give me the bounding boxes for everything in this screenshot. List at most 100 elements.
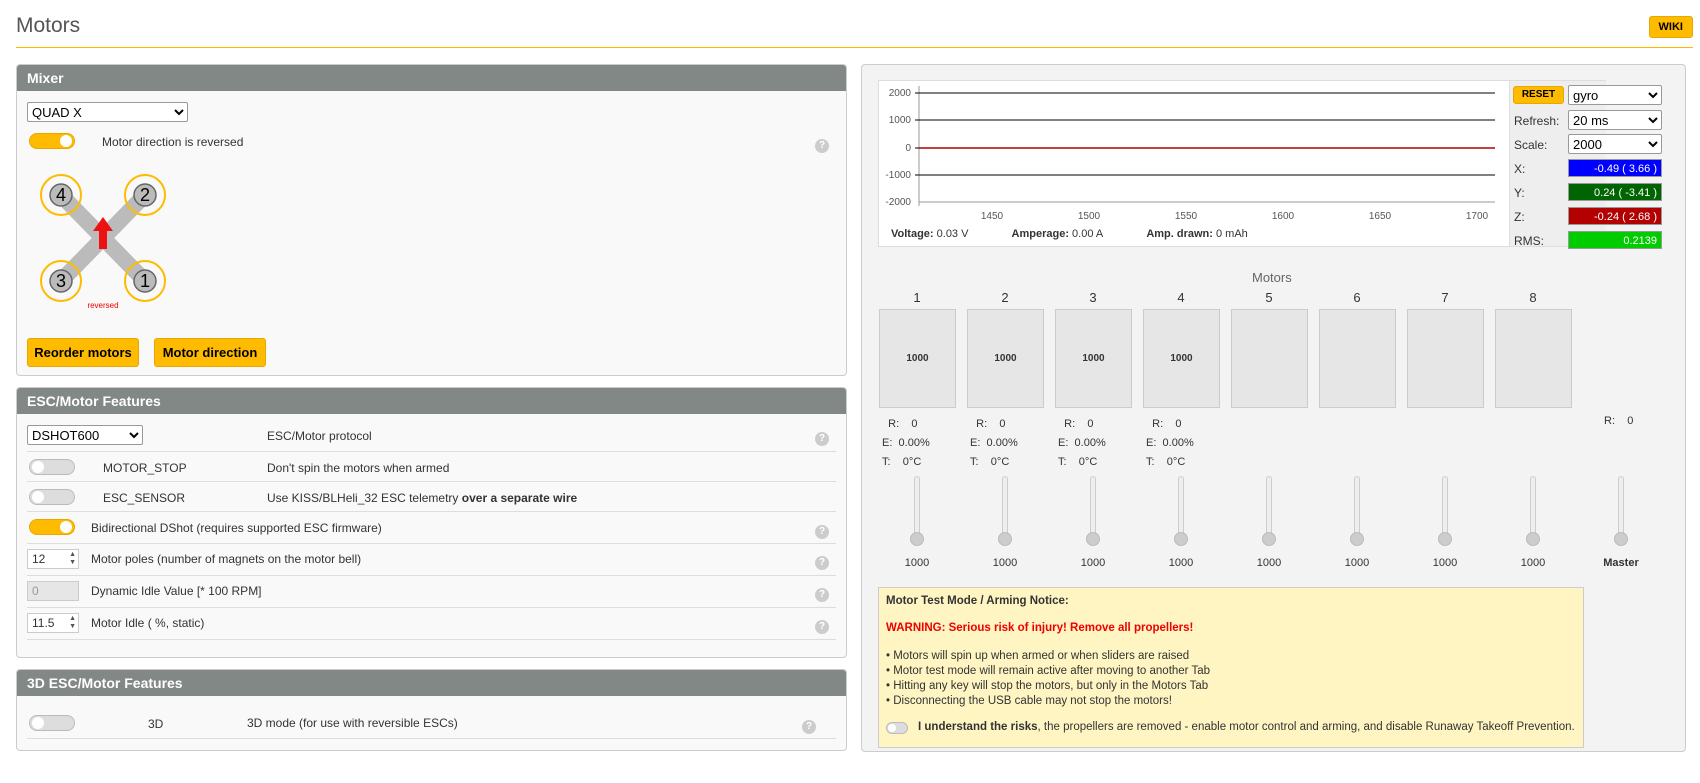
slider-thumb[interactable]	[1350, 532, 1364, 546]
motor-telemetry: R: 0 E: 0.00% T: 0°C	[1058, 418, 1106, 468]
help-icon[interactable]: ?	[815, 588, 829, 602]
mixer-header: Mixer	[17, 65, 846, 91]
wiki-button[interactable]: WIKI	[1648, 16, 1693, 38]
motor-bar: 1000	[967, 309, 1044, 408]
motor-number: 7	[1441, 290, 1449, 305]
slider-thumb[interactable]	[910, 532, 924, 546]
y-value: 0.24 ( -3.41 )	[1568, 183, 1662, 201]
master-slider[interactable]	[1618, 476, 1624, 540]
x-tick-label: 1500	[1078, 211, 1101, 222]
help-icon[interactable]: ?	[815, 556, 829, 570]
y-tick-label: 2000	[889, 88, 912, 99]
motor-slider[interactable]	[1442, 476, 1448, 540]
motor-idle-input[interactable]: 11.5 ▲ ▼	[27, 613, 79, 633]
motor-number: 2	[1001, 290, 1009, 305]
motor-bar	[1319, 309, 1396, 408]
motor-number: 8	[1529, 290, 1537, 305]
slider-value: 1000	[1256, 557, 1282, 569]
esc-features-panel: ESC/Motor Features DSHOT600 ESC/Motor pr…	[16, 387, 847, 658]
master-label: Master	[1603, 557, 1639, 569]
esc-features-header: ESC/Motor Features	[17, 388, 846, 414]
notice-bullet: • Disconnecting the USB cable may not st…	[886, 695, 1172, 707]
y-tick-label: -1000	[885, 170, 911, 181]
slider-thumb[interactable]	[1526, 532, 1540, 546]
help-icon[interactable]: ?	[815, 432, 829, 446]
motor-slider[interactable]	[1090, 476, 1096, 540]
esc-sensor-toggle[interactable]	[29, 489, 75, 505]
slider-value: 1000	[992, 557, 1018, 569]
motor-number: 5	[1265, 290, 1273, 305]
mixer-select[interactable]: QUAD X	[27, 102, 188, 122]
slider-value: 1000	[1168, 557, 1194, 569]
esc-3d-panel: 3D ESC/Motor Features 3D 3D mode (for us…	[16, 669, 847, 751]
x-value: -0.49 ( 3.66 )	[1568, 159, 1662, 177]
esc-sensor-name: ESC_SENSOR	[103, 491, 186, 505]
motor-slider[interactable]	[1354, 476, 1360, 540]
motor-slider[interactable]	[1266, 476, 1272, 540]
slider-thumb[interactable]	[1262, 532, 1276, 546]
rms-label: RMS:	[1514, 234, 1544, 248]
slider-thumb[interactable]	[1174, 532, 1188, 546]
bidir-dshot-toggle[interactable]	[29, 519, 75, 535]
help-icon[interactable]: ?	[815, 525, 829, 539]
esc-3d-header: 3D ESC/Motor Features	[17, 670, 846, 696]
sensor-type-select[interactable]: gyro	[1568, 85, 1662, 105]
motor-slider[interactable]	[1530, 476, 1536, 540]
page-title: Motors	[16, 14, 81, 37]
notice-bullet: • Hitting any key will stop the motors, …	[886, 680, 1209, 692]
3d-mode-toggle[interactable]	[29, 715, 75, 731]
motor-number: 6	[1353, 290, 1361, 305]
battery-readout: Voltage: 0.03 V Amperage: 0.00 A Amp. dr…	[891, 228, 1248, 240]
reversed-note: reversed	[87, 301, 118, 310]
slider-thumb[interactable]	[1086, 532, 1100, 546]
x-label: X:	[1514, 162, 1526, 176]
dynamic-idle-input[interactable]: 0	[27, 581, 79, 601]
motor-bar	[1407, 309, 1484, 408]
x-tick-label: 1550	[1175, 211, 1198, 222]
motor-slider[interactable]	[1178, 476, 1184, 540]
help-icon[interactable]: ?	[815, 620, 829, 634]
slider-value: 1000	[1080, 557, 1106, 569]
motor-number: 4	[1177, 290, 1185, 305]
motor-number: 3	[1089, 290, 1097, 305]
slider-thumb[interactable]	[1614, 532, 1628, 546]
motor-poles-label: Motor poles (number of magnets on the mo…	[91, 552, 362, 566]
slider-value: 1000	[1520, 557, 1546, 569]
motor-direction-button[interactable]: Motor direction	[154, 338, 266, 367]
master-telemetry: R: 0	[1604, 415, 1634, 427]
refresh-select[interactable]: 20 ms	[1568, 110, 1662, 130]
motor-stop-toggle[interactable]	[29, 459, 75, 475]
slider-thumb[interactable]	[998, 532, 1012, 546]
motor-direction-toggle[interactable]	[29, 133, 75, 149]
motor-bar: 1000	[1055, 309, 1132, 408]
help-icon[interactable]: ?	[802, 720, 816, 734]
motor-stop-name: MOTOR_STOP	[103, 461, 187, 475]
motor-bar	[1231, 309, 1308, 408]
x-tick-label: 1600	[1272, 211, 1295, 222]
esc-protocol-select[interactable]: DSHOT600	[27, 425, 143, 445]
motor-idle-label: Motor Idle ( %, static)	[91, 616, 205, 630]
y-tick-label: 0	[905, 143, 911, 154]
notice-bullet: • Motors will spin up when armed or when…	[886, 650, 1190, 662]
arming-notice: Motor Test Mode / Arming Notice: WARNING…	[878, 587, 1584, 748]
motor-poles-input[interactable]: 12 ▲ ▼	[27, 549, 79, 569]
rms-value: 0.2139	[1568, 231, 1662, 249]
scale-select[interactable]: 2000	[1568, 134, 1662, 154]
motor-slider[interactable]	[914, 476, 920, 540]
motor-4-label: 4	[56, 185, 66, 205]
slider-value: 1000	[1432, 557, 1458, 569]
motor-bar: 1000	[879, 309, 956, 408]
motor-slider[interactable]	[1002, 476, 1008, 540]
help-icon[interactable]: ?	[815, 139, 829, 153]
page-header: Motors WIKI	[16, 14, 1693, 48]
esc-sensor-desc: Use KISS/BLHeli_32 ESC telemetry over a …	[267, 491, 578, 505]
slider-thumb[interactable]	[1438, 532, 1452, 546]
motor-bar	[1495, 309, 1572, 408]
x-tick-label: 1700	[1466, 211, 1489, 222]
reset-button[interactable]: RESET	[1513, 86, 1564, 104]
notice-warning: WARNING: Serious risk of injury! Remove …	[886, 622, 1194, 634]
bidir-dshot-label: Bidirectional DShot (requires supported …	[91, 521, 382, 535]
understand-risks-toggle[interactable]	[886, 722, 908, 734]
reorder-motors-button[interactable]: Reorder motors	[27, 338, 139, 367]
understand-bold: I understand the risks	[918, 721, 1038, 733]
